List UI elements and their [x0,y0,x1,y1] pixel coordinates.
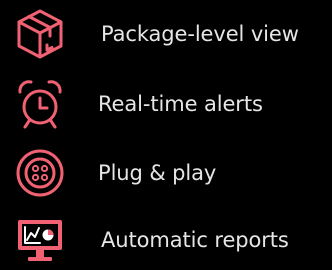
feature-label: Plug & play [98,161,217,185]
feature-label: Automatic reports [101,228,289,252]
report-monitor-icon [14,214,66,266]
feature-label: Real-time alerts [98,92,263,116]
feature-list: Package-level view Real-time alerts Plug… [0,0,332,270]
feature-real-time-alerts: Real-time alerts [0,74,332,134]
feature-package-level-view: Package-level view [0,4,332,64]
package-box-icon [14,8,66,60]
feature-plug-and-play: Plug & play [0,143,332,203]
feature-label: Package-level view [101,22,299,46]
feature-automatic-reports: Automatic reports [0,210,332,270]
button-icon [14,147,66,199]
alarm-clock-icon [14,78,66,130]
